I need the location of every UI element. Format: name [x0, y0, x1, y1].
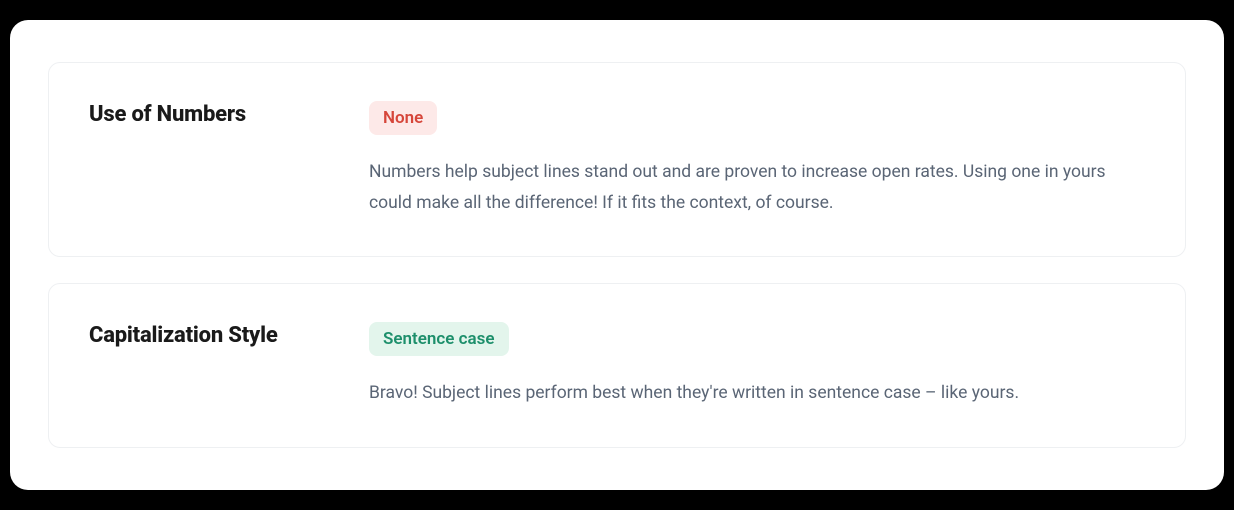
analysis-card-numbers: Use of Numbers None Numbers help subject… [48, 62, 1186, 257]
card-title-column: Capitalization Style [89, 322, 349, 409]
card-title-column: Use of Numbers [89, 101, 349, 218]
card-body: Sentence case Bravo! Subject lines perfo… [369, 322, 1145, 409]
card-description: Numbers help subject lines stand out and… [369, 157, 1109, 218]
card-title: Use of Numbers [89, 101, 349, 130]
status-badge: None [369, 101, 437, 135]
card-body: None Numbers help subject lines stand ou… [369, 101, 1145, 218]
card-description: Bravo! Subject lines perform best when t… [369, 378, 1109, 409]
analysis-card-capitalization: Capitalization Style Sentence case Bravo… [48, 283, 1186, 448]
analysis-container: Use of Numbers None Numbers help subject… [10, 20, 1224, 490]
card-title: Capitalization Style [89, 322, 349, 351]
status-badge: Sentence case [369, 322, 509, 356]
